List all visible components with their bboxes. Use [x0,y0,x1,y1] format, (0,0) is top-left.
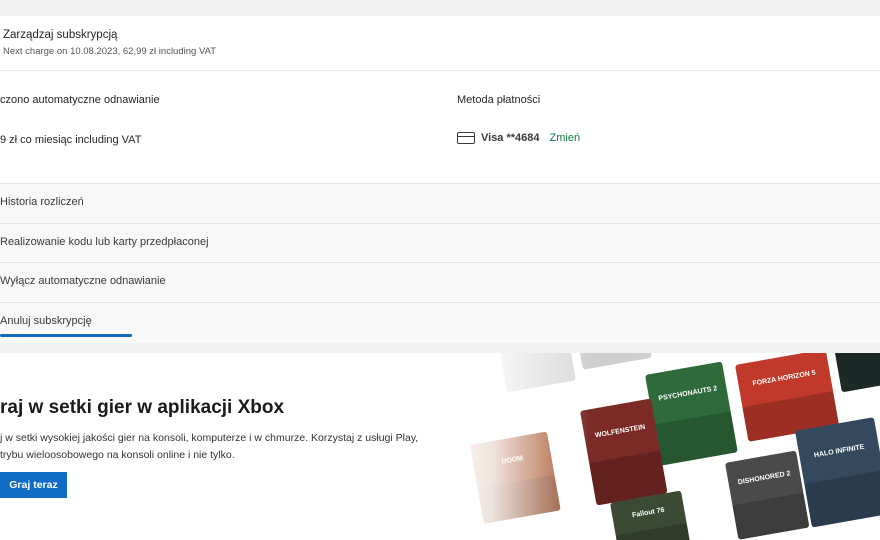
promo-title: raj w setki gier w aplikacji Xbox [0,397,285,418]
subscription-links: Historia rozliczeń Realizowanie kodu lub… [0,183,880,343]
collage-fade [440,353,590,540]
auto-renew-label: czono automatyczne odnawianie [0,94,160,106]
credit-card-icon [457,132,475,144]
redeem-code-link[interactable]: Realizowanie kodu lub karty przedpłacone… [0,236,209,248]
payment-method-row: Visa **4684 Zmień [457,132,580,144]
payment-card-value: Visa **4684 [481,132,540,144]
xbox-app-promo: raj w setki gier w aplikacji Xbox j w se… [0,353,880,540]
divider [0,262,880,263]
cancel-subscription-link[interactable]: Anuluj subskrypcję [0,315,92,327]
next-charge-text: Next charge on 10.08.2023, 62,99 zł incl… [3,46,217,57]
turn-off-auto-renew-link[interactable]: Wyłącz automatyczne odnawianie [0,275,166,287]
renewal-price: 9 zł co miesiąc including VAT [0,134,142,146]
subscription-card: Zarządzaj subskrypcją Next charge on 10.… [0,16,880,343]
promo-description: j w setki wysokiej jakości gier na konso… [0,432,419,461]
game-tile: DISHONORED 2 [725,450,809,540]
change-payment-link[interactable]: Zmień [550,132,581,144]
play-now-button[interactable]: Graj teraz [0,472,67,498]
manage-subscription-title[interactable]: Zarządzaj subskrypcją [3,29,117,41]
divider [0,70,880,71]
divider [0,223,880,224]
payment-method-label: Metoda płatności [457,94,541,106]
game-tile: HALO INFINITE [795,417,880,528]
game-tile [833,353,880,392]
billing-history-link[interactable]: Historia rozliczeń [0,196,84,208]
divider [0,302,880,303]
focus-indicator [0,334,132,337]
